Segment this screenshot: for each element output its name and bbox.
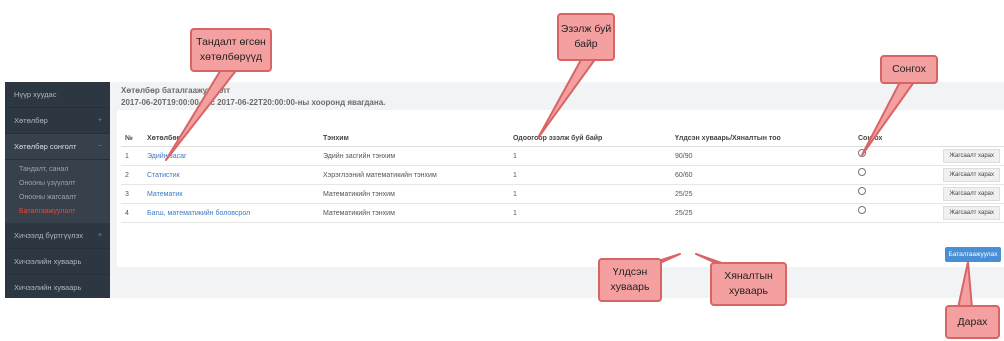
table-row: 1 Эдийн засаг Эдийн засгийн тэнхим 1 90/… bbox=[121, 146, 1004, 166]
callout-control: Хяналтын хуваарь bbox=[710, 262, 787, 306]
sidebar-item-schedule[interactable]: Хичээлийн хуваарь bbox=[5, 249, 110, 275]
sidebar-subitem-confirmation[interactable]: Баталгаажуулалт bbox=[5, 205, 110, 219]
callout-choose: Сонгох bbox=[880, 55, 938, 84]
cell-quota: 25/25 bbox=[671, 184, 854, 204]
sidebar: Нүүр хуудас Хөтөлбөр + Хөтөлбөр сонголт − … bbox=[5, 82, 110, 298]
column-header-department: Тэнхим bbox=[319, 131, 509, 147]
page-title-line2: 2017-06-20T19:00:00-аас 2017-06-22T20:00… bbox=[121, 98, 386, 107]
sidebar-item-home[interactable]: Нүүр хуудас bbox=[5, 82, 110, 108]
table-header-row: № Хөтөлбөр Тэнхим Одоогоор эзэлж буй бай… bbox=[121, 131, 1004, 147]
column-header-choose: Сонгох bbox=[854, 131, 1004, 147]
plus-icon: + bbox=[97, 117, 102, 124]
cell-department: Математикийн тэнхим bbox=[319, 203, 509, 223]
select-radio[interactable] bbox=[858, 168, 866, 176]
table-row: 4 Багш, математикийн боловсрол Математик… bbox=[121, 203, 1004, 223]
plus-icon: + bbox=[97, 232, 102, 239]
sidebar-submenu: Тандалт, санал Онооны үзүүлэлт Онооны жа… bbox=[5, 160, 110, 223]
cell-no: 1 bbox=[121, 146, 143, 166]
cell-current-place: 1 bbox=[509, 165, 671, 185]
cell-quota: 60/60 bbox=[671, 165, 854, 185]
sidebar-item-label: Хичээлийн хуваарь bbox=[14, 283, 82, 292]
sidebar-item-label: Хөтөлбөр bbox=[14, 116, 48, 125]
minus-icon: − bbox=[97, 143, 102, 150]
callout-selected-programs: Тандалт өгсөн хөтөлбөрүүд bbox=[190, 28, 272, 72]
sidebar-item-label: Хичээлийн хуваарь bbox=[14, 257, 82, 266]
cell-choose: Жагсаалт харах bbox=[854, 146, 1004, 166]
callout-current-place: Эзэлж буй байр bbox=[557, 13, 615, 61]
column-header-current-place: Одоогоор эзэлж буй байр bbox=[509, 131, 671, 147]
select-radio[interactable] bbox=[858, 149, 866, 157]
cell-current-place: 1 bbox=[509, 146, 671, 166]
sidebar-item-course-registration[interactable]: Хичээлд бүртгүүлэх + bbox=[5, 223, 110, 249]
program-link[interactable]: Математик bbox=[143, 184, 319, 204]
program-link[interactable]: Статистик bbox=[143, 165, 319, 185]
column-header-no: № bbox=[121, 131, 143, 147]
cell-choose: Жагсаалт харах bbox=[854, 165, 1004, 185]
cell-department: Эдийн засгийн тэнхим bbox=[319, 146, 509, 166]
program-link[interactable]: Эдийн засаг bbox=[143, 146, 319, 166]
page-title: Хөтөлбөр баталгаажуулалт 2017-06-20T19:0… bbox=[121, 85, 385, 109]
column-header-quota: Үлдсэн хуваарь/Хяналтын тоо bbox=[671, 131, 854, 147]
cell-current-place: 1 bbox=[509, 203, 671, 223]
cell-choose: Жагсаалт харах bbox=[854, 203, 1004, 223]
program-table: № Хөтөлбөр Тэнхим Одоогоор эзэлж буй бай… bbox=[121, 131, 1004, 223]
sidebar-item-schedule-2[interactable]: Хичээлийн хуваарь bbox=[5, 275, 110, 298]
cell-choose: Жагсаалт харах bbox=[854, 184, 1004, 204]
view-list-button[interactable]: Жагсаалт харах bbox=[943, 168, 1000, 182]
sidebar-subitem-survey[interactable]: Тандалт, санал bbox=[5, 163, 110, 177]
cell-quota: 90/90 bbox=[671, 146, 854, 166]
sidebar-item-program-selection[interactable]: Хөтөлбөр сонголт − bbox=[5, 134, 110, 160]
sidebar-item-label: Нүүр хуудас bbox=[14, 90, 57, 99]
table-row: 3 Математик Математикийн тэнхим 1 25/25 … bbox=[121, 184, 1004, 204]
sidebar-subitem-score-list[interactable]: Онооны жагсаалт bbox=[5, 191, 110, 205]
program-link[interactable]: Багш, математикийн боловсрол bbox=[143, 203, 319, 223]
sidebar-item-label: Хичээлд бүртгүүлэх bbox=[14, 231, 84, 240]
column-header-program: Хөтөлбөр bbox=[143, 131, 319, 147]
cell-no: 3 bbox=[121, 184, 143, 204]
sidebar-item-label: Хөтөлбөр сонголт bbox=[14, 142, 77, 151]
table-row: 2 Статистик Хэрэглээний математикийн тэн… bbox=[121, 165, 1004, 185]
callout-click: Дарах bbox=[945, 305, 1000, 339]
cell-department: Математикийн тэнхим bbox=[319, 184, 509, 204]
select-radio[interactable] bbox=[858, 206, 866, 214]
select-radio[interactable] bbox=[858, 187, 866, 195]
sidebar-item-program[interactable]: Хөтөлбөр + bbox=[5, 108, 110, 134]
callout-remaining: Үлдсэн хуваарь bbox=[598, 258, 662, 302]
page-title-line1: Хөтөлбөр баталгаажуулалт bbox=[121, 86, 231, 95]
view-list-button[interactable]: Жагсаалт харах bbox=[943, 206, 1000, 220]
sidebar-subitem-score-indicator[interactable]: Онооны үзүүлэлт bbox=[5, 177, 110, 191]
view-list-button[interactable]: Жагсаалт харах bbox=[943, 149, 1000, 163]
cell-quota: 25/25 bbox=[671, 203, 854, 223]
view-list-button[interactable]: Жагсаалт харах bbox=[943, 187, 1000, 201]
cell-no: 4 bbox=[121, 203, 143, 223]
cell-department: Хэрэглээний математикийн тэнхим bbox=[319, 165, 509, 185]
confirm-button[interactable]: Баталгаажуулах bbox=[945, 247, 1001, 262]
cell-current-place: 1 bbox=[509, 184, 671, 204]
cell-no: 2 bbox=[121, 165, 143, 185]
